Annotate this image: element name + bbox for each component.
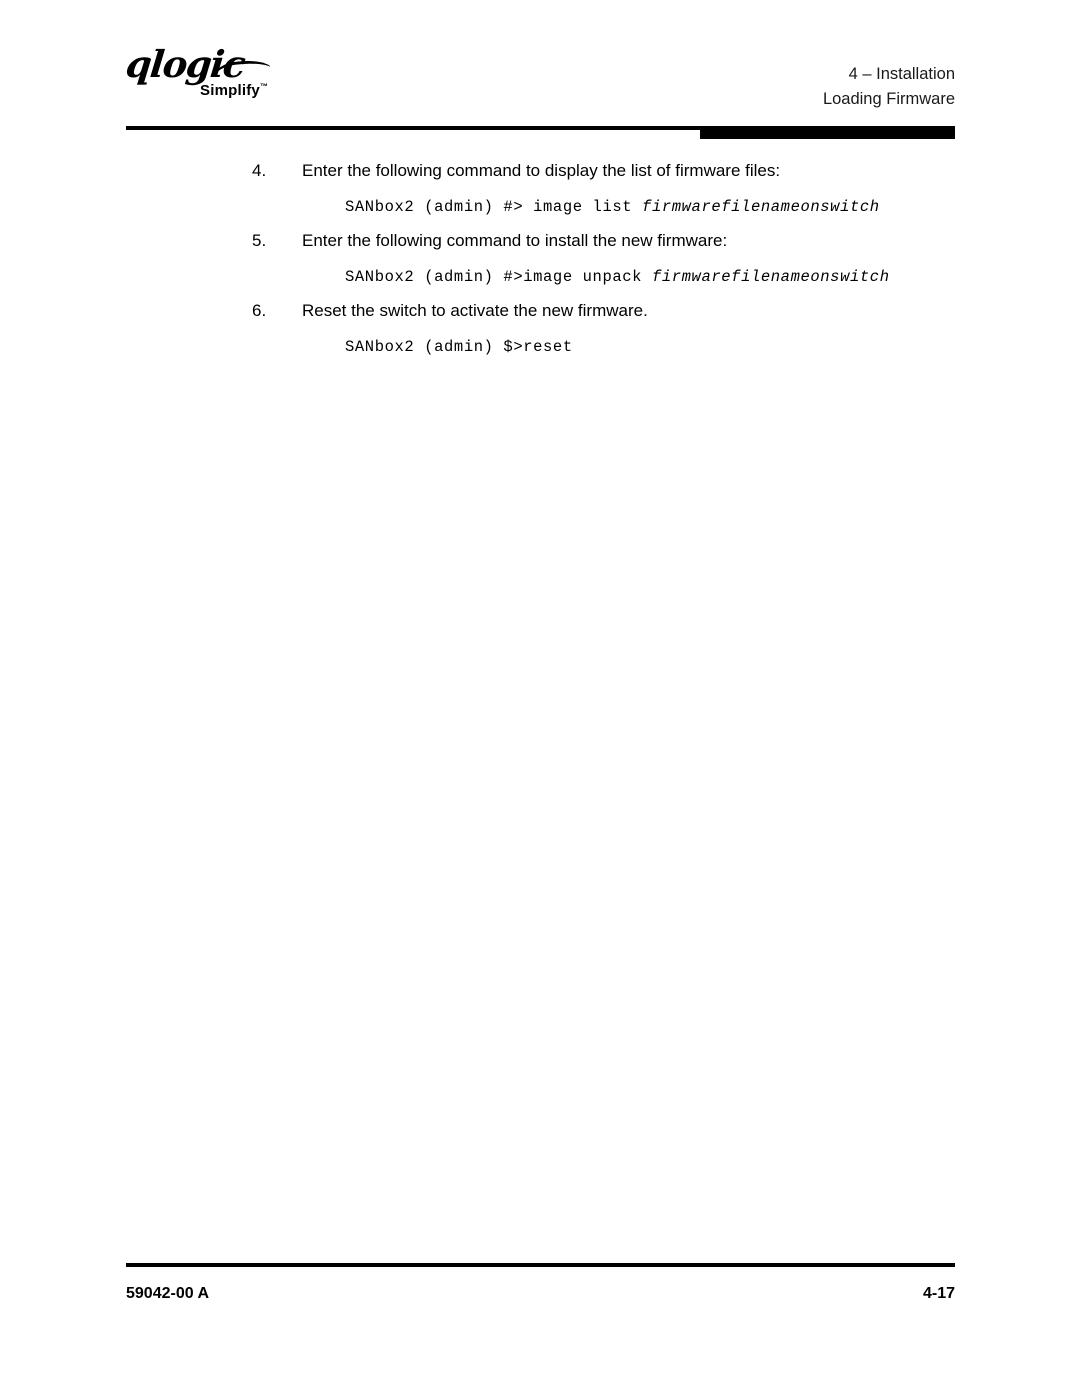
- logo-swash-icon: [218, 55, 270, 71]
- step-text-line: 5. Enter the following command to instal…: [0, 230, 1080, 252]
- list-item: 6. Reset the switch to activate the new …: [0, 300, 1080, 357]
- step-number: 6.: [252, 301, 267, 320]
- list-item: 4. Enter the following command to displa…: [0, 160, 1080, 217]
- page-number: 4-17: [922, 1285, 955, 1302]
- footer-rule: [126, 1263, 955, 1267]
- command-prefix: SANbox2 (admin) $>reset: [345, 338, 573, 356]
- command-line: SANbox2 (admin) #> image list firmwarefi…: [0, 197, 1080, 217]
- list-item: 5. Enter the following command to instal…: [0, 230, 1080, 287]
- step-number: 4.: [252, 161, 267, 180]
- step-instruction: Enter the following command to display t…: [302, 161, 781, 180]
- step-number: 5.: [252, 231, 267, 250]
- command-prefix: SANbox2 (admin) #>image unpack: [345, 268, 652, 286]
- step-instruction: Reset the switch to activate the new fir…: [302, 301, 648, 320]
- command-argument: firmwarefilenameonswitch: [651, 268, 890, 286]
- step-instruction: Enter the following command to install t…: [302, 231, 728, 250]
- page-footer: 59042-00 A 4-17: [0, 1257, 1080, 1397]
- header-rule-block: [700, 126, 955, 139]
- page-content: 4. Enter the following command to displa…: [0, 160, 1080, 357]
- header-running-head: 4 – Installation Loading Firmware: [823, 62, 955, 112]
- document-number: 59042-00 A: [126, 1285, 210, 1302]
- step-text-line: 6. Reset the switch to activate the new …: [0, 300, 1080, 322]
- logo-tagline-text: Simplify: [200, 82, 260, 99]
- header-chapter: 4 – Installation: [848, 65, 955, 83]
- command-line: SANbox2 (admin) #>image unpack firmwaref…: [0, 267, 1080, 287]
- trademark-symbol: ™: [259, 82, 269, 91]
- logo-tagline: Simplify™: [200, 82, 268, 99]
- command-argument: firmwarefilenameonswitch: [642, 198, 880, 216]
- document-page: qlogic Simplify™ 4 – Installation Loadin…: [0, 0, 1080, 1397]
- command-prefix: SANbox2 (admin) #> image list: [345, 198, 643, 216]
- step-text-line: 4. Enter the following command to displa…: [0, 160, 1080, 182]
- header-section: Loading Firmware: [822, 90, 955, 108]
- command-line: SANbox2 (admin) $>reset: [0, 337, 1080, 357]
- page-header: qlogic Simplify™ 4 – Installation Loadin…: [0, 0, 1080, 150]
- qlogic-logo: qlogic Simplify™: [124, 42, 366, 108]
